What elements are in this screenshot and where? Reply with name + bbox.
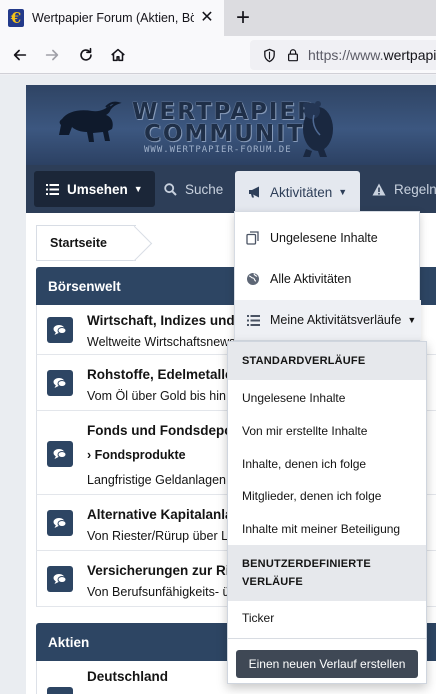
- nav-umsehen-label: Umsehen: [67, 181, 128, 197]
- nav-regeln-label: Regeln: [394, 181, 436, 197]
- stream-unread[interactable]: Ungelesene Inhalte: [242, 391, 345, 405]
- streams-submenu: STANDARDVERLÄUFE Ungelesene Inhalte Von …: [227, 341, 427, 684]
- globe-icon: [245, 271, 261, 287]
- banner-url: WWW.WERTPAPIER-FORUM.DE: [144, 145, 292, 155]
- home-button[interactable]: [104, 41, 132, 69]
- lock-icon[interactable]: [284, 46, 302, 64]
- back-arrow-icon: [13, 49, 27, 61]
- forum-title[interactable]: Versicherungen zur Ris: [87, 563, 237, 578]
- forum-title[interactable]: Alternative Kapitalanla: [87, 507, 233, 522]
- caret-down-icon: ▼: [338, 187, 348, 197]
- subforum-label: Fondsprodukte: [94, 448, 186, 462]
- nav-aktivitaeten[interactable]: Aktivitäten ▼: [235, 171, 361, 213]
- url-host: https://www.: [308, 47, 384, 63]
- menu-item-my-streams[interactable]: Meine Aktivitätsverläufe ▼: [235, 300, 421, 340]
- warning-icon: [372, 183, 386, 195]
- home-icon: [111, 48, 125, 62]
- stream-followed-members[interactable]: Mitglieder, denen ich folge: [242, 489, 381, 503]
- url-text: https://www.wertpapier: [308, 47, 436, 63]
- standard-streams-heading: STANDARDVERLÄUFE: [228, 342, 426, 380]
- shield-icon[interactable]: [260, 46, 278, 64]
- custom-streams-heading: BENUTZERDEFINIERTE VERLÄUFE: [228, 545, 426, 601]
- nav-aktivitaeten-label: Aktivitäten: [270, 184, 333, 200]
- tab-title: Wertpapier Forum (Aktien, Börse: [32, 11, 194, 25]
- menu-item-label: Ungelesene Inhalte: [270, 231, 378, 245]
- list-icon: [245, 312, 261, 328]
- bull-logo-icon: [59, 101, 122, 142]
- forum-chat-icon: [47, 510, 73, 536]
- unread-copy-icon: [245, 230, 261, 246]
- site-banner[interactable]: WERTPAPIER COMMUNITY WWW.WERTPAPIER-FORU…: [26, 85, 436, 165]
- menu-item-label: Alle Aktivitäten: [270, 272, 352, 286]
- forum-chat-icon: [47, 441, 73, 467]
- stream-participated[interactable]: Inhalte mit meiner Beteiligung: [242, 522, 400, 536]
- close-tab-icon[interactable]: ✕: [198, 9, 216, 27]
- nav-suche-label: Suche: [185, 181, 224, 197]
- forum-title[interactable]: Wirtschaft, Indizes und W: [87, 313, 251, 328]
- caret-down-icon: ▼: [407, 315, 417, 325]
- menu-item-label: Meine Aktivitätsverläufe: [270, 313, 402, 327]
- stream-my-content[interactable]: Von mir erstellte Inhalte: [242, 424, 367, 438]
- menu-item-all-activity[interactable]: Alle Aktivitäten: [235, 259, 421, 299]
- forum-description: Von Riester/Rürup über Leb: [87, 529, 242, 543]
- forum-chat-icon: [47, 687, 73, 694]
- favicon-icon: €: [8, 9, 24, 27]
- url-domain: wertpapier: [383, 47, 436, 63]
- browser-tab[interactable]: € Wertpapier Forum (Aktien, Börse ✕: [0, 0, 224, 36]
- address-bar[interactable]: https://www.wertpapier: [250, 40, 436, 70]
- forward-arrow-icon: [45, 49, 59, 61]
- reload-button[interactable]: [72, 41, 100, 69]
- chevron-right-icon: ›: [87, 448, 95, 462]
- breadcrumb-home[interactable]: Startseite: [36, 225, 136, 261]
- list-icon: [46, 183, 59, 195]
- custom-heading-line1: BENUTZERDEFINIERTE: [242, 558, 371, 570]
- main-navigation: Umsehen ▼ Suche Aktivitäten ▼ Regeln: [26, 165, 436, 213]
- subforum-link[interactable]: › Fondsprodukte: [87, 448, 186, 462]
- browser-tab-bar: € Wertpapier Forum (Aktien, Börse ✕ +: [0, 0, 436, 36]
- create-stream-button[interactable]: Einen neuen Verlauf erstellen: [236, 650, 418, 678]
- browser-toolbar: https://www.wertpapier: [0, 36, 436, 74]
- custom-heading-line2: VERLÄUFE: [242, 576, 303, 588]
- nav-regeln[interactable]: Regeln: [372, 171, 436, 207]
- menu-item-unread[interactable]: Ungelesene Inhalte: [235, 218, 421, 258]
- forum-title[interactable]: Rohstoffe, Edelmetalle: [87, 367, 233, 382]
- forum-chat-icon: [47, 317, 73, 343]
- back-button[interactable]: [6, 41, 34, 69]
- nav-suche[interactable]: Suche: [164, 171, 223, 207]
- forum-title[interactable]: Fonds und Fondsdepot: [87, 423, 237, 438]
- megaphone-icon: [249, 186, 259, 198]
- forum-chat-icon: [47, 566, 73, 592]
- bear-logo-icon: [303, 101, 333, 157]
- search-icon: [164, 182, 177, 196]
- caret-down-icon: ▼: [133, 184, 143, 194]
- forward-button[interactable]: [38, 41, 66, 69]
- forum-title[interactable]: Deutschland: [87, 669, 168, 684]
- forum-description: Weltweite Wirtschaftsnews: [87, 335, 236, 349]
- forum-description: Von Berufsunfähigkeits- üb: [87, 585, 237, 599]
- stream-ticker[interactable]: Ticker: [242, 611, 274, 625]
- new-tab-icon[interactable]: +: [231, 5, 255, 31]
- stream-followed-content[interactable]: Inhalte, denen ich folge: [242, 457, 366, 471]
- forum-chat-icon: [47, 370, 73, 396]
- forum-description: Vom Öl über Gold bis hin z: [87, 389, 236, 403]
- reload-icon: [80, 47, 92, 61]
- activity-dropdown: Ungelesene Inhalte Alle Aktivitäten Mein…: [234, 211, 421, 341]
- forum-description: Langfristige Geldanlagen: [87, 473, 226, 487]
- nav-umsehen[interactable]: Umsehen ▼: [34, 171, 155, 207]
- menu-divider: [228, 638, 426, 639]
